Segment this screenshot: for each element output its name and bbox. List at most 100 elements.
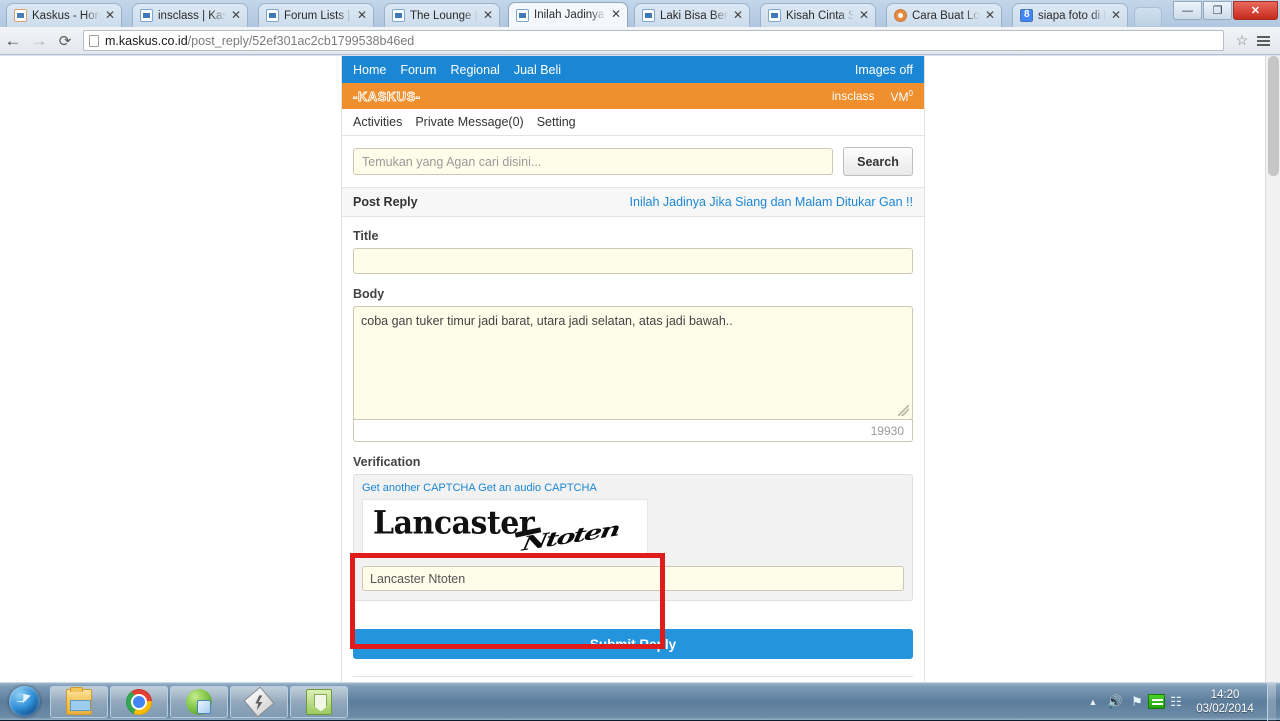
url-host: m.kaskus.co.id xyxy=(105,34,188,48)
chrome-menu-icon[interactable] xyxy=(1252,31,1274,51)
page-title: Post Reply xyxy=(353,195,418,209)
images-toggle-link[interactable]: Images off xyxy=(855,63,913,77)
search-row: Search xyxy=(342,136,924,188)
back-button[interactable]: ← xyxy=(0,28,26,54)
close-window-button[interactable]: ✕ xyxy=(1233,1,1278,20)
browser-tab-6[interactable]: Kisah Cinta Say ✕ xyxy=(760,3,876,27)
browser-window: Kaskus - Home ✕ insclass | Kasku ✕ Forum… xyxy=(0,0,1280,682)
captcha-block: Get another CAPTCHA Get an audio CAPTCHA… xyxy=(353,474,913,601)
character-counter: 19930 xyxy=(871,424,904,438)
browser-toolbar: ← → ⟳ m.kaskus.co.id /post_reply/52ef301… xyxy=(0,27,1280,55)
tab-close-icon[interactable]: ✕ xyxy=(1109,9,1123,23)
volume-icon[interactable]: 🔊 xyxy=(1104,691,1126,713)
tab-title: insclass | Kasku xyxy=(158,10,226,22)
windows-taskbar: ▲ 🔊 ⚑ ☷ 14:20 03/02/2014 xyxy=(0,682,1280,720)
tab-close-icon[interactable]: ✕ xyxy=(355,9,369,23)
tab-title: siapa foto di b xyxy=(1038,10,1106,22)
title-input[interactable] xyxy=(353,248,913,274)
start-button[interactable] xyxy=(0,684,48,720)
page-scrollbar[interactable] xyxy=(1265,56,1280,682)
thread-title-link[interactable]: Inilah Jadinya Jika Siang dan Malam Ditu… xyxy=(418,195,913,209)
kaskus-favicon-icon xyxy=(266,9,279,22)
tab-close-icon[interactable]: ✕ xyxy=(857,9,871,23)
taskbar-winamp[interactable] xyxy=(230,686,288,718)
nav-regional[interactable]: Regional xyxy=(450,63,499,77)
tab-title: Laki Bisa Berhe xyxy=(660,10,728,22)
minimize-button[interactable]: — xyxy=(1173,1,1202,20)
url-path: /post_reply/52ef301ac2cb1799538b46ed xyxy=(188,34,415,48)
tab-title: Cara Buat Logo xyxy=(912,10,980,22)
green-app-icon xyxy=(306,689,332,715)
username-link[interactable]: insclass xyxy=(832,89,875,103)
blogger-favicon-icon xyxy=(894,9,907,22)
get-audio-captcha-link[interactable]: Get an audio CAPTCHA xyxy=(478,482,597,494)
subnav-setting[interactable]: Setting xyxy=(537,115,576,129)
action-center-icon[interactable]: ⚑ xyxy=(1126,691,1148,713)
show-desktop-button[interactable] xyxy=(1267,683,1276,721)
site-top-navigation: Home Forum Regional Jual Beli Images off xyxy=(342,56,924,83)
taskbar-google-chrome[interactable] xyxy=(110,686,168,718)
body-field-group: Body 19930 xyxy=(353,287,913,442)
maximize-button[interactable]: ❐ xyxy=(1203,1,1232,20)
clock-time: 14:20 xyxy=(1187,688,1263,702)
scrollbar-thumb[interactable] xyxy=(1268,56,1279,176)
kaskus-favicon-icon xyxy=(768,9,781,22)
network-icon[interactable]: ☷ xyxy=(1165,691,1187,713)
subnav-activities[interactable]: Activities xyxy=(353,115,402,129)
taskbar-windows-live[interactable] xyxy=(170,686,228,718)
kaskus-mobile-page: Home Forum Regional Jual Beli Images off… xyxy=(341,56,925,682)
new-tab-button[interactable] xyxy=(1134,7,1162,26)
body-textarea[interactable] xyxy=(354,307,912,419)
tab-title: Inilah Jadinya J xyxy=(534,9,606,21)
browser-tab-1[interactable]: insclass | Kasku ✕ xyxy=(132,3,248,27)
browser-tab-2[interactable]: Forum Lists | K ✕ xyxy=(258,3,374,27)
taskbar-windows-explorer[interactable] xyxy=(50,686,108,718)
browser-tab-8[interactable]: siapa foto di b ✕ xyxy=(1012,3,1128,27)
tab-close-icon[interactable]: ✕ xyxy=(229,9,243,23)
nav-home[interactable]: Home xyxy=(353,63,386,77)
folder-icon xyxy=(66,689,92,715)
kaskus-favicon-icon xyxy=(140,9,153,22)
submit-reply-button[interactable]: Submit Reply xyxy=(353,629,913,659)
captcha-answer-input[interactable] xyxy=(362,566,904,591)
tab-close-icon[interactable]: ✕ xyxy=(983,9,997,23)
captcha-links: Get another CAPTCHA Get an audio CAPTCHA xyxy=(362,482,904,494)
browser-tab-3[interactable]: The Lounge | K ✕ xyxy=(384,3,500,27)
search-button[interactable]: Search xyxy=(843,147,913,176)
tab-title: Kisah Cinta Say xyxy=(786,10,854,22)
taskbar-green-app[interactable] xyxy=(290,686,348,718)
vm-link[interactable]: VM0 xyxy=(891,89,913,104)
browser-tab-7[interactable]: Cara Buat Logo ✕ xyxy=(886,3,1002,27)
browser-tab-5[interactable]: Laki Bisa Berhe ✕ xyxy=(634,3,750,27)
tab-close-icon[interactable]: ✕ xyxy=(103,9,117,23)
taskbar-clock[interactable]: 14:20 03/02/2014 xyxy=(1187,688,1263,716)
tab-title: The Lounge | K xyxy=(410,10,478,22)
page-info-icon[interactable] xyxy=(89,35,99,47)
address-bar[interactable]: m.kaskus.co.id /post_reply/52ef301ac2cb1… xyxy=(83,30,1224,51)
nav-jual-beli[interactable]: Jual Beli xyxy=(514,63,561,77)
search-input[interactable] xyxy=(353,148,833,175)
reload-button[interactable]: ⟳ xyxy=(52,28,78,54)
winamp-icon xyxy=(244,686,275,717)
kaskus-logo[interactable]: -KASKUS- xyxy=(353,89,816,104)
kaskus-favicon-icon xyxy=(642,9,655,22)
tab-close-icon[interactable]: ✕ xyxy=(731,9,745,23)
bookmark-star-icon[interactable]: ☆ xyxy=(1232,31,1252,51)
show-hidden-icons-icon[interactable]: ▲ xyxy=(1082,691,1104,713)
verification-label: Verification xyxy=(353,455,913,469)
captcha-image: Lancaster Ntoten xyxy=(362,499,648,557)
forward-button: → xyxy=(26,28,52,54)
browser-tab-4-active[interactable]: Inilah Jadinya J ✕ xyxy=(508,2,628,27)
character-counter-bar: 19930 xyxy=(353,419,913,442)
window-controls: — ❐ ✕ xyxy=(1172,1,1278,20)
browser-tab-0[interactable]: Kaskus - Home ✕ xyxy=(6,3,122,27)
tab-close-icon[interactable]: ✕ xyxy=(609,8,623,22)
tab-close-icon[interactable]: ✕ xyxy=(481,9,495,23)
title-field-group: Title xyxy=(353,229,913,274)
nav-forum[interactable]: Forum xyxy=(400,63,436,77)
captcha-word-one: Lancaster xyxy=(373,505,534,542)
network-status-icon[interactable] xyxy=(1148,694,1165,709)
get-another-captcha-link[interactable]: Get another CAPTCHA xyxy=(362,482,475,494)
subnav-private-message[interactable]: Private Message(0) xyxy=(415,115,523,129)
textarea-resize-handle-icon[interactable] xyxy=(898,405,909,416)
